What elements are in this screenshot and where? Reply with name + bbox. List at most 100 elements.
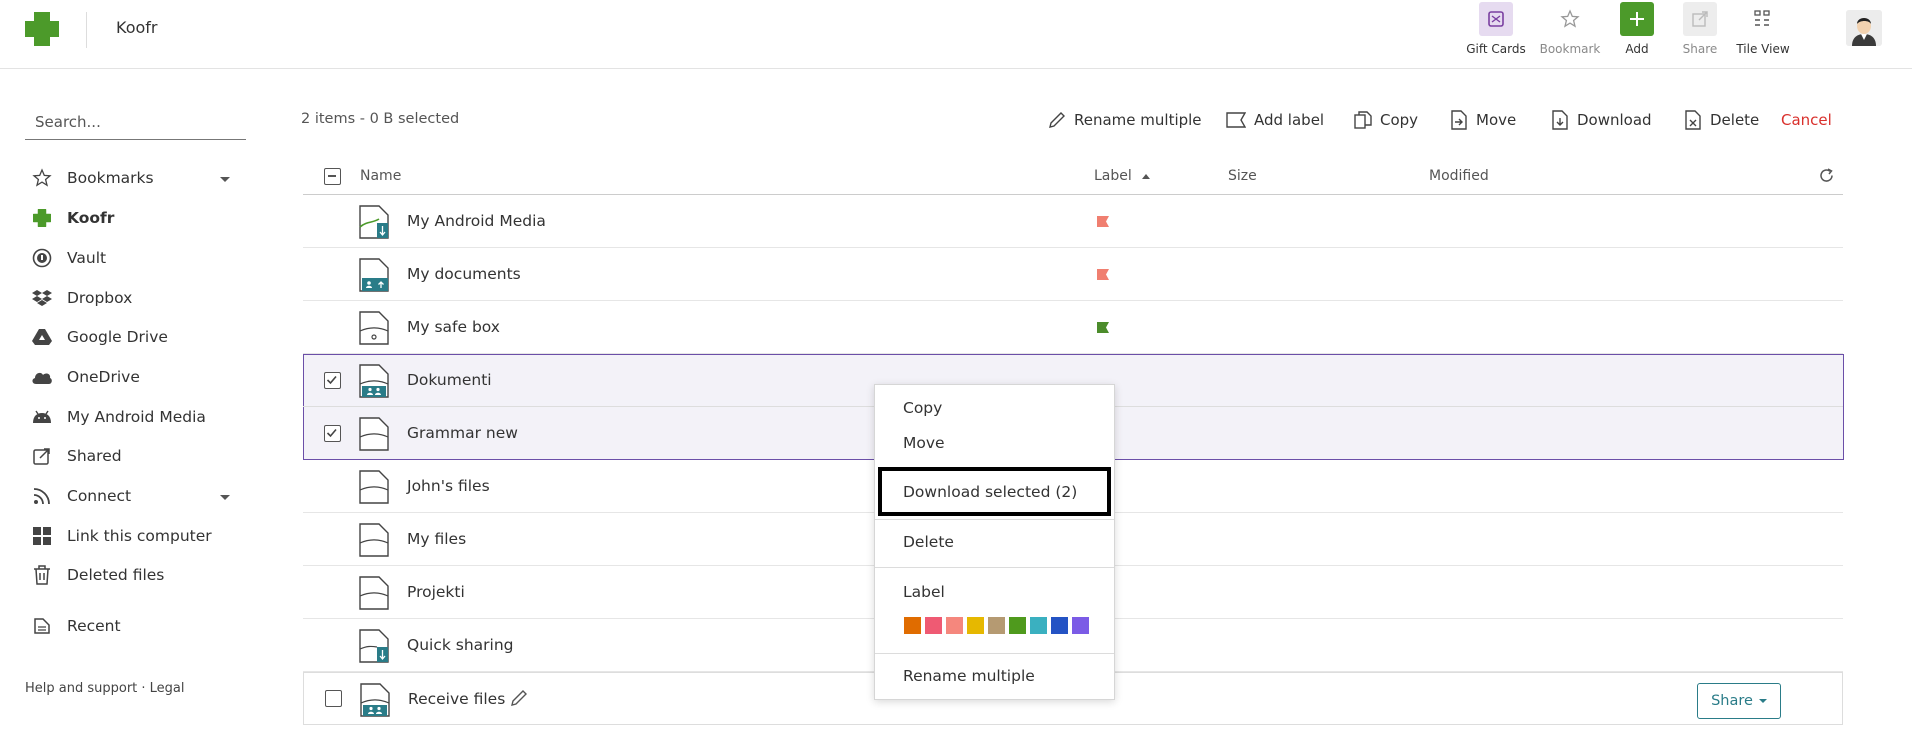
help-legal-links[interactable]: Help and support · Legal — [25, 681, 185, 696]
table-row[interactable]: My safe box — [303, 301, 1843, 354]
sidebar-item-label: Recent — [67, 617, 121, 635]
bookmark-button[interactable]: Bookmark — [1538, 2, 1602, 56]
file-name[interactable]: My documents — [407, 265, 521, 283]
row-checkbox[interactable] — [325, 690, 342, 707]
label-swatch[interactable] — [967, 617, 984, 634]
row-checkbox[interactable] — [324, 372, 341, 389]
sidebar-item-label: Deleted files — [67, 566, 165, 584]
file-name[interactable]: Dokumenti — [407, 371, 492, 389]
gift-icon — [1479, 2, 1513, 36]
koofr-icon — [31, 207, 53, 229]
recent-icon — [31, 615, 53, 637]
copy-button[interactable]: Copy — [1354, 108, 1418, 132]
sidebar-item-shared[interactable]: Shared — [31, 441, 122, 471]
add-label-button[interactable]: Add label — [1226, 108, 1324, 132]
minus-icon — [328, 175, 336, 177]
sidebar-item-recent[interactable]: Recent — [31, 611, 121, 641]
label-swatch[interactable] — [925, 617, 942, 634]
column-modified[interactable]: Modified — [1429, 168, 1489, 184]
caret-down-icon — [1758, 699, 1767, 703]
row-checkbox[interactable] — [324, 425, 341, 442]
file-name[interactable]: My files — [407, 530, 466, 548]
label-color-swatches — [904, 617, 1089, 634]
menu-item-delete[interactable]: Delete — [903, 533, 954, 551]
sidebar-item-label: OneDrive — [67, 368, 140, 386]
share-icon — [1683, 2, 1717, 36]
sidebar-item-bookmarks[interactable]: Bookmarks — [31, 163, 154, 193]
sidebar-item-connect[interactable]: Connect — [31, 481, 131, 511]
shared-link-folder-icon — [359, 629, 389, 663]
sidebar-item-label: Vault — [67, 249, 107, 267]
select-all-checkbox[interactable] — [324, 168, 341, 185]
label-swatch[interactable] — [904, 617, 921, 634]
file-name[interactable]: Projekti — [407, 583, 465, 601]
sidebar-item-label: Connect — [67, 487, 132, 505]
add-button[interactable]: Add — [1605, 2, 1669, 56]
share-header-button[interactable]: Share — [1668, 2, 1732, 56]
menu-item-download-selected[interactable]: Download selected (2) — [903, 483, 1077, 501]
share-button[interactable]: Share — [1697, 683, 1781, 719]
sidebar-item-label: Koofr — [67, 209, 115, 227]
pencil-icon[interactable] — [509, 688, 529, 708]
download-button[interactable]: Download — [1551, 108, 1652, 132]
download-label: Download — [1577, 111, 1652, 129]
sidebar-item-vault[interactable]: Vault — [31, 243, 106, 273]
file-name[interactable]: Grammar new — [407, 424, 518, 442]
gift-cards-button[interactable]: Gift Cards — [1464, 2, 1528, 56]
checkmark-icon — [326, 428, 337, 438]
sidebar-item-koofr[interactable]: Koofr — [31, 203, 114, 233]
file-name[interactable]: My safe box — [407, 318, 500, 336]
onedrive-icon — [31, 366, 53, 388]
shared-icon — [31, 445, 53, 467]
download-icon — [1551, 110, 1569, 130]
brand-name: Koofr — [116, 18, 158, 37]
file-name[interactable]: Receive files — [408, 690, 505, 708]
label-swatch[interactable] — [988, 617, 1005, 634]
sidebar-item-google-drive[interactable]: Google Drive — [31, 322, 168, 352]
add-label: Add — [1625, 42, 1649, 56]
tile-view-button[interactable]: Tile View — [1731, 2, 1795, 56]
avatar[interactable] — [1846, 10, 1882, 46]
sidebar-item-deleted-files[interactable]: Deleted files — [31, 560, 164, 590]
menu-item-move[interactable]: Move — [903, 434, 945, 452]
bookmark-label: Bookmark — [1539, 42, 1601, 56]
file-name[interactable]: John's files — [407, 477, 490, 495]
file-name[interactable]: My Android Media — [407, 212, 546, 230]
cancel-button[interactable]: Cancel — [1781, 108, 1832, 132]
sidebar-item-onedrive[interactable]: OneDrive — [31, 362, 140, 392]
column-size[interactable]: Size — [1228, 168, 1257, 184]
documents-folder-icon — [359, 258, 389, 292]
table-row[interactable]: My documents — [303, 248, 1843, 301]
sidebar-item-link-this-computer[interactable]: Link this computer — [31, 521, 212, 551]
menu-item-copy[interactable]: Copy — [903, 399, 942, 417]
delete-label: Delete — [1710, 111, 1760, 129]
chevron-down-icon[interactable] — [220, 177, 230, 182]
search-input[interactable] — [25, 104, 246, 140]
move-button[interactable]: Move — [1450, 108, 1516, 132]
label-icon — [1226, 112, 1246, 128]
label-swatch[interactable] — [1030, 617, 1047, 634]
koofr-logo[interactable] — [25, 12, 59, 46]
label-swatch[interactable] — [1072, 617, 1089, 634]
column-label[interactable]: Label — [1094, 168, 1151, 184]
tile-view-icon — [1746, 2, 1780, 36]
trash-icon — [31, 564, 53, 586]
rename-multiple-button[interactable]: Rename multiple — [1048, 108, 1202, 132]
file-name[interactable]: Quick sharing — [407, 636, 514, 654]
delete-button[interactable]: Delete — [1684, 108, 1759, 132]
folder-icon — [359, 576, 389, 610]
sidebar-item-dropbox[interactable]: Dropbox — [31, 283, 132, 313]
menu-item-rename-multiple[interactable]: Rename multiple — [903, 667, 1035, 685]
chevron-down-icon[interactable] — [220, 495, 230, 500]
label-swatch[interactable] — [1051, 617, 1068, 634]
sidebar-item-label: Google Drive — [67, 328, 168, 346]
column-name[interactable]: Name — [360, 168, 401, 184]
android-folder-icon — [359, 205, 389, 239]
sidebar-item-my-android-media[interactable]: My Android Media — [31, 402, 206, 432]
menu-item-label: Label — [903, 583, 945, 601]
sidebar-item-label: Bookmarks — [67, 169, 154, 187]
label-swatch[interactable] — [1009, 617, 1026, 634]
label-swatch[interactable] — [946, 617, 963, 634]
table-row[interactable]: My Android Media — [303, 195, 1843, 248]
refresh-icon[interactable] — [1818, 167, 1835, 188]
